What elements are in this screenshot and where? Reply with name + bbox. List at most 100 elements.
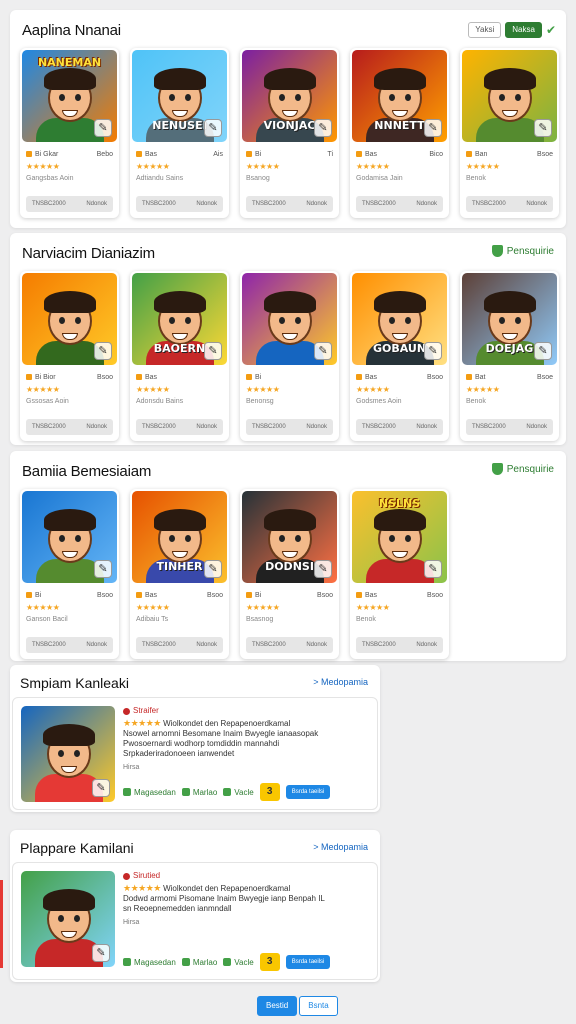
section-action[interactable]: Pensquirie — [491, 463, 554, 475]
game-card[interactable]: NANEMAN ✎ Bi Gkar Bebo ★★★★★ Gangsbas Aoin TNS… — [20, 48, 119, 218]
install-button[interactable]: TNSBC2000 Ndonok — [26, 637, 113, 653]
game-art[interactable]: BAOERN ✎ — [132, 273, 227, 365]
shield-icon — [491, 463, 503, 475]
game-art[interactable]: DODNSI ✎ — [242, 491, 337, 583]
card-meta: Ban Bsoe ★★★★★ Benok — [466, 148, 553, 184]
pager-next[interactable]: Bsnta — [299, 996, 338, 1016]
game-art[interactable]: NANEMAN ✎ — [22, 50, 117, 142]
install-button[interactable]: TNSBC2000 Ndonok — [356, 419, 443, 435]
eye — [75, 535, 81, 542]
rec-title: Plappare Kamilani — [20, 840, 134, 856]
yellow-app-icon[interactable]: 3 — [259, 783, 280, 801]
button-right-label: Ndonok — [306, 424, 327, 430]
toggle-option-1[interactable]: Yaksi — [468, 22, 502, 38]
eye — [405, 535, 411, 542]
button-left-label: TNSBC2000 — [252, 642, 286, 648]
see-more-link[interactable]: > Medopamia — [313, 842, 368, 852]
card-num: Bsoo — [97, 373, 113, 381]
pagination: Bestid Bsnta — [257, 996, 338, 1016]
character-hair — [154, 291, 206, 313]
install-button[interactable]: TNSBC2000 Ndonok — [466, 196, 553, 212]
install-button[interactable]: TNSBC2000 Ndonok — [246, 637, 333, 653]
game-card[interactable]: NSLNS ✎ Bas Bsoo ★★★★★ Benok TNSBC2000 Ndonok — [350, 489, 449, 659]
card-sub: Gangsbas Aoin — [26, 174, 74, 182]
details-button[interactable]: Bsrda taeilsi — [285, 955, 331, 969]
game-card[interactable]: ✎ Bi Bior Bsoo ★★★★★ Gssosas Aoin TNSBC2000 Nd… — [20, 271, 119, 441]
character-hair — [264, 509, 316, 531]
game-card[interactable]: DOEJAG ✎ Bat Bsoe ★★★★★ Benok TNSBC2000 Ndonok — [460, 271, 559, 441]
game-card[interactable]: NENUSEI ✎ Bas Ais ★★★★★ Adtiandu Sains TNSBC20… — [130, 48, 229, 218]
rec-line3: sn Reoepnemedden ianmndall — [123, 904, 232, 913]
button-left-label: TNSBC2000 — [252, 424, 286, 430]
edit-icon: ✎ — [424, 342, 442, 360]
action-1[interactable]: Magasedan — [123, 788, 176, 797]
edit-icon: ✎ — [314, 119, 332, 137]
game-art[interactable]: VIONJAC ✎ — [242, 50, 337, 142]
leaf-icon — [223, 788, 232, 796]
toggle-option-2[interactable]: Naksa — [505, 22, 542, 38]
install-button[interactable]: TNSBC2000 Ndonok — [356, 637, 443, 653]
game-art[interactable]: ✎ — [462, 50, 557, 142]
game-art[interactable]: NENUSEI ✎ — [132, 50, 227, 142]
game-card[interactable]: ✎ Bi Bsoo ★★★★★ Ganson Bacil TNSBC2000 Ndonok — [20, 489, 119, 659]
card-tag: Bi Bior — [35, 373, 56, 381]
game-art[interactable]: ✎ — [22, 491, 117, 583]
action-3[interactable]: Vacle — [223, 788, 254, 797]
character-hair — [43, 724, 95, 746]
game-card[interactable]: DODNSI ✎ Bi Bsoo ★★★★★ Bsasnog TNSBC2000 Ndonok — [240, 489, 339, 659]
card-sub: Adonsdu Bains — [136, 397, 184, 405]
game-card[interactable]: BAOERN ✎ Bas ★★★★★ Adonsdu Bains TNSBC2000 Ndo… — [130, 271, 229, 441]
install-button[interactable]: TNSBC2000 Ndonok — [466, 419, 553, 435]
install-button[interactable]: TNSBC2000 Ndonok — [246, 419, 333, 435]
game-art[interactable]: NSLNS ✎ — [352, 491, 447, 583]
button-right-label: Ndonok — [526, 201, 547, 207]
game-art[interactable]: GOBAUN ✎ — [352, 273, 447, 365]
edit-icon: ✎ — [204, 119, 222, 137]
section-action[interactable]: Pensquirie — [491, 245, 554, 257]
yellow-app-icon[interactable]: 3 — [259, 953, 280, 971]
button-right-label: Ndonok — [196, 424, 217, 430]
install-button[interactable]: TNSBC2000 Ndonok — [26, 196, 113, 212]
button-right-label: Ndonok — [306, 642, 327, 648]
install-button[interactable]: TNSBC2000 Ndonok — [136, 419, 223, 435]
install-button[interactable]: TNSBC2000 Ndonok — [136, 196, 223, 212]
install-button[interactable]: TNSBC2000 Ndonok — [246, 196, 333, 212]
install-button[interactable]: TNSBC2000 Ndonok — [356, 196, 443, 212]
button-right-label: Ndonok — [416, 201, 437, 207]
eye — [75, 94, 81, 101]
game-card[interactable]: NNNETT ✎ Bas Bico ★★★★★ Godamisa Jain TNSBC200… — [350, 48, 449, 218]
character-hair — [374, 291, 426, 313]
game-card[interactable]: VIONJAC ✎ Bi Ti ★★★★★ Bsanog TNSBC2000 Ndonok — [240, 48, 339, 218]
card-sub: Benonsg — [246, 397, 274, 405]
details-button[interactable]: Bsrda taeilsi — [285, 785, 331, 799]
game-art[interactable]: DOEJAG ✎ — [462, 273, 557, 365]
card-tag: Bi — [255, 150, 262, 158]
game-card[interactable]: TINHER ✎ Bas Bsoo ★★★★★ Adibaiu Ts TNSBC2000 Nd… — [130, 489, 229, 659]
eye — [59, 94, 65, 101]
rec-art[interactable]: ✎ — [21, 871, 115, 967]
action-1[interactable]: Magasedan — [123, 958, 176, 967]
action-3[interactable]: Vacle — [223, 957, 254, 967]
game-card[interactable]: GOBAUN ✎ Bas Bsoo ★★★★★ Godsmes Aoin TNSBC2000… — [350, 271, 449, 441]
edit-icon: ✎ — [314, 560, 332, 578]
action-2[interactable]: Marlao — [181, 958, 217, 967]
pager-prev[interactable]: Bestid — [257, 996, 298, 1016]
category-icon — [136, 151, 142, 157]
game-card[interactable]: ✎ Ban Bsoe ★★★★★ Benok TNSBC2000 Ndonok — [460, 48, 559, 218]
action-label: Vacle — [234, 957, 254, 967]
rec-art[interactable]: ✎ — [21, 706, 115, 802]
install-button[interactable]: TNSBC2000 Ndonok — [136, 637, 223, 653]
game-art[interactable]: ✎ — [22, 273, 117, 365]
game-art[interactable]: TINHER ✎ — [132, 491, 227, 583]
game-card[interactable]: ✎ Bi ★★★★★ Benonsg TNSBC2000 Ndonok — [240, 271, 339, 441]
see-more-link[interactable]: > Medopamia — [313, 677, 368, 687]
game-art[interactable]: NNNETT ✎ — [352, 50, 447, 142]
card-meta: Bas ★★★★★ Adonsdu Bains — [136, 371, 223, 407]
edit-icon: ✎ — [204, 560, 222, 578]
game-art[interactable]: ✎ — [242, 273, 337, 365]
rec-card[interactable]: ✎ Sirutied ★★★★★ Wiolkondet den Repapeno… — [12, 862, 378, 980]
install-button[interactable]: TNSBC2000 Ndonok — [26, 419, 113, 435]
button-left-label: TNSBC2000 — [362, 642, 396, 648]
rec-card[interactable]: ✎ Straifer ★★★★★ Wiolkondet den Repapeno… — [12, 697, 378, 810]
action-2[interactable]: Marlao — [181, 788, 217, 797]
